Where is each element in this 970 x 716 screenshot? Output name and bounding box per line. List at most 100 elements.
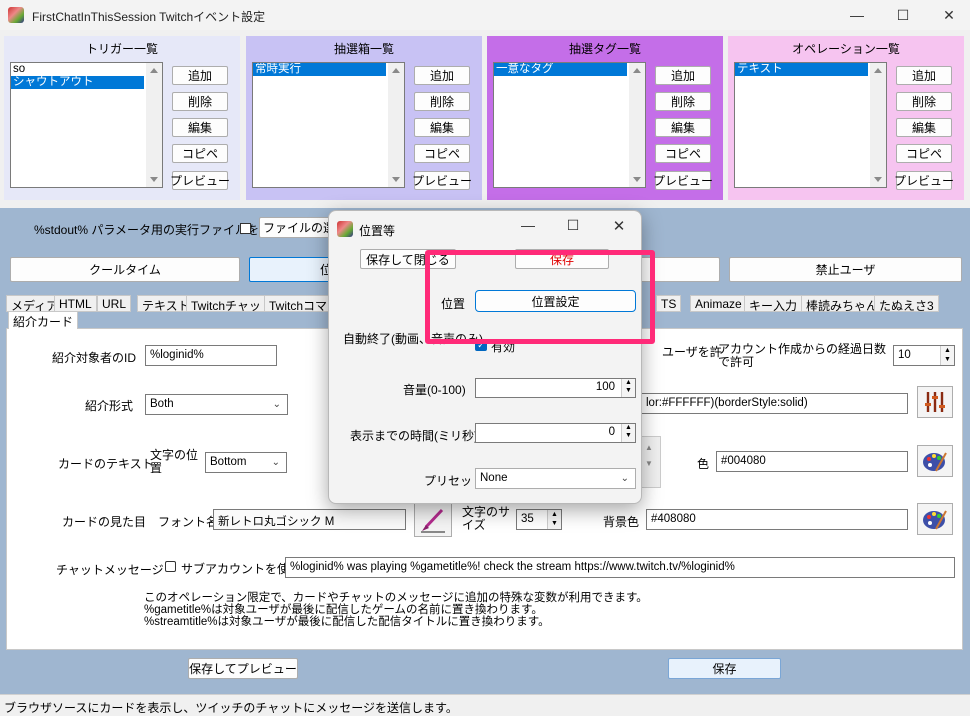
operation-panel: オペレーション一覧 テキスト 追加 削除 編集 コピペ プレビュー xyxy=(728,36,964,200)
style-input[interactable]: lor:#FFFFFF)(borderStyle:solid) xyxy=(641,393,908,414)
bg-color-input[interactable]: #408080 xyxy=(646,509,908,530)
list-item[interactable]: so xyxy=(11,63,162,76)
spinner-icon[interactable]: ▲ ▼ xyxy=(547,510,561,529)
list-item-selected[interactable]: 常時実行 xyxy=(253,63,386,76)
spinner-icon[interactable]: ▲ ▼ xyxy=(621,424,635,442)
spinner-icon[interactable]: ▲ ▼ xyxy=(940,346,954,365)
list-item-selected[interactable]: 一意なタグ xyxy=(494,63,627,76)
copy-button[interactable]: コピペ xyxy=(172,144,228,163)
tab-intro-card[interactable]: 紹介カード xyxy=(8,311,79,329)
scroll-down-icon[interactable] xyxy=(633,177,641,182)
scroll-up-icon[interactable]: ▲ xyxy=(645,443,653,452)
scroll-up-icon[interactable] xyxy=(633,68,641,73)
tab-url[interactable]: URL xyxy=(97,295,132,312)
tab-ts[interactable]: TS xyxy=(656,295,682,312)
sliders-icon[interactable] xyxy=(917,386,953,418)
brush-icon[interactable] xyxy=(414,503,452,537)
edit-button[interactable]: 編集 xyxy=(896,118,952,137)
scrollbar[interactable] xyxy=(388,63,404,187)
operation-listbox[interactable]: テキスト xyxy=(734,62,887,188)
delete-button[interactable]: 削除 xyxy=(896,92,952,111)
dialog-app-icon xyxy=(337,221,353,237)
tab-bouyomi[interactable]: 棒読みちゃん xyxy=(801,295,884,313)
lottery-box-panel: 抽選箱一覧 常時実行 追加 削除 編集 コピペ プレビュー xyxy=(246,36,482,200)
copy-button[interactable]: コピペ xyxy=(414,144,470,163)
palette-icon[interactable] xyxy=(917,445,953,477)
target-id-label: 紹介対象者のID xyxy=(52,351,137,365)
volume-value: 100 xyxy=(595,381,615,393)
lottery-box-listbox[interactable]: 常時実行 xyxy=(252,62,405,188)
user-allow-label: ユーザを許 xyxy=(662,345,722,359)
edit-button[interactable]: 編集 xyxy=(414,118,470,137)
scroll-up-icon[interactable] xyxy=(150,68,158,73)
save-preview-button[interactable]: 保存してプレビュー xyxy=(188,658,298,679)
scroll-up-icon[interactable] xyxy=(874,68,882,73)
spinner-icon[interactable]: ▲ ▼ xyxy=(621,379,635,397)
sub-account-checkbox[interactable] xyxy=(165,561,176,572)
scrollbar[interactable] xyxy=(629,63,645,187)
dialog-minimize-button[interactable]: — xyxy=(517,217,539,233)
preset-select[interactable]: None ⌄ xyxy=(475,468,636,489)
save-button[interactable]: 保存 xyxy=(668,658,781,679)
chat-message-input[interactable]: %loginid% was playing %gametitle%! check… xyxy=(285,557,955,578)
scroll-down-icon[interactable] xyxy=(392,177,400,182)
text-position-value: Bottom xyxy=(210,456,247,468)
trigger-listbox[interactable]: so シャウトアウト xyxy=(10,62,163,188)
preview-button[interactable]: プレビュー xyxy=(412,171,472,190)
scrollbar[interactable] xyxy=(146,63,162,187)
scroll-up-icon[interactable] xyxy=(392,68,400,73)
font-input[interactable]: 新レトロ丸ゴシック M xyxy=(213,509,406,530)
font-size-input[interactable]: 35 ▲ ▼ xyxy=(516,509,562,530)
delete-button[interactable]: 削除 xyxy=(172,92,228,111)
add-button[interactable]: 追加 xyxy=(655,66,711,85)
preview-button[interactable]: プレビュー xyxy=(653,171,713,190)
stdout-checkbox[interactable] xyxy=(240,223,251,234)
account-days-input[interactable]: 10 ▲ ▼ xyxy=(893,345,955,366)
ban-user-button[interactable]: 禁止ユーザ xyxy=(729,257,962,282)
delete-button[interactable]: 削除 xyxy=(655,92,711,111)
preview-button[interactable]: プレビュー xyxy=(894,171,954,190)
tab-tanuesa3[interactable]: たぬえさ3 xyxy=(874,295,939,313)
scroll-down-icon[interactable] xyxy=(150,177,158,182)
delay-input[interactable]: 0 ▲ ▼ xyxy=(475,423,636,443)
text-position-select[interactable]: Bottom ⌄ xyxy=(205,452,287,473)
format-select[interactable]: Both ⌄ xyxy=(145,394,288,415)
scroll-down-icon[interactable]: ▼ xyxy=(645,459,653,468)
file-select-button[interactable]: ファイルの選 xyxy=(259,217,339,238)
tab-html[interactable]: HTML xyxy=(54,295,97,312)
target-id-input[interactable]: %loginid% xyxy=(145,345,277,366)
chevron-down-icon: ⌄ xyxy=(620,473,629,484)
dialog-maximize-button[interactable]: ☐ xyxy=(562,217,584,234)
scroll-down-icon[interactable] xyxy=(874,177,882,182)
highlight-box xyxy=(425,250,655,344)
add-button[interactable]: 追加 xyxy=(896,66,952,85)
color-input[interactable]: #004080 xyxy=(716,451,908,472)
text-position-label: 文字の位置 xyxy=(150,448,199,475)
palette-icon[interactable] xyxy=(917,503,953,535)
preview-button[interactable]: プレビュー xyxy=(170,171,230,190)
add-button[interactable]: 追加 xyxy=(172,66,228,85)
maximize-button[interactable]: ☐ xyxy=(880,0,926,30)
account-days-label: アカウント作成からの経過日数で許可 xyxy=(718,342,887,369)
position-button[interactable]: 位 xyxy=(249,257,339,282)
minimize-button[interactable]: — xyxy=(834,0,880,30)
delete-button[interactable]: 削除 xyxy=(414,92,470,111)
dialog-close-button[interactable]: ✕ xyxy=(608,217,630,235)
volume-input[interactable]: 100 ▲ ▼ xyxy=(475,378,636,398)
edit-button[interactable]: 編集 xyxy=(655,118,711,137)
copy-button[interactable]: コピペ xyxy=(896,144,952,163)
tab-key-input[interactable]: キー入力 xyxy=(744,295,803,313)
list-item-selected[interactable]: シャウトアウト xyxy=(11,76,144,89)
scrollbar[interactable] xyxy=(870,63,886,187)
add-button[interactable]: 追加 xyxy=(414,66,470,85)
bg-color-label: 背景色 xyxy=(603,515,640,529)
lottery-tag-listbox[interactable]: 一意なタグ xyxy=(493,62,646,188)
list-item-selected[interactable]: テキスト xyxy=(735,63,868,76)
edit-button[interactable]: 編集 xyxy=(172,118,228,137)
tab-animaze[interactable]: Animaze xyxy=(690,295,747,312)
cooltime-button[interactable]: クールタイム xyxy=(10,257,240,282)
partial-scrollbar[interactable]: ▲ ▼ xyxy=(641,436,661,488)
title-bar: FirstChatInThisSession Twitchイベント設定 — ☐ … xyxy=(0,0,970,30)
close-button[interactable]: ✕ xyxy=(926,0,970,30)
copy-button[interactable]: コピペ xyxy=(655,144,711,163)
